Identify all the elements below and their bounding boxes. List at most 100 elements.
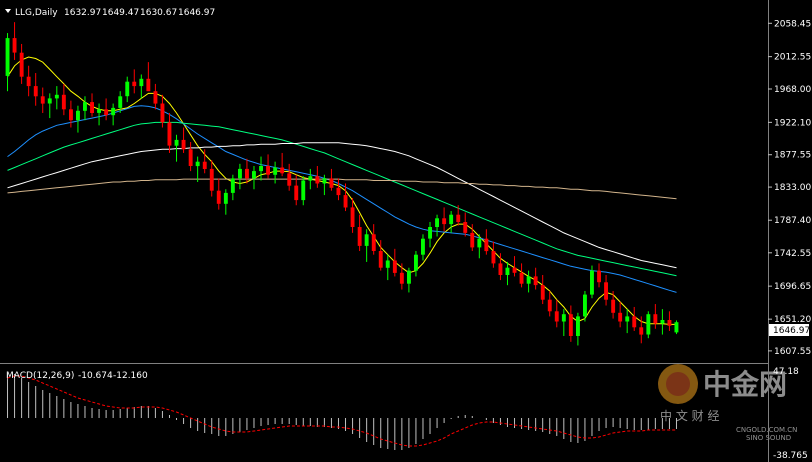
candle-body [69,109,73,121]
candle-body [421,238,425,255]
candle-body [674,322,679,333]
candle-body [308,176,313,181]
candle-body [19,52,24,77]
candle-body [12,38,17,53]
ohlc-high: 1649.47 [102,8,139,18]
macd-axis-bottom: -38.765 [773,451,808,461]
candle-body [477,238,482,248]
macd-axis-top: 47.18 [773,367,799,377]
candle-body [209,168,214,191]
candle-body [139,78,144,87]
candle-body [568,314,573,336]
candle-body [519,272,524,284]
candle-body [266,166,270,175]
candle-body [111,107,116,116]
macd-value: -10.674 [78,371,113,381]
candle-body [153,91,158,104]
candle-body [146,78,151,92]
macd-signal-value: -12.160 [113,371,148,381]
axis-tick-label: 1607.55 [774,347,811,357]
ohlc-close: 1646.97 [178,8,215,18]
candle-body [216,190,221,204]
candle-body [104,109,109,116]
candle-body [273,167,278,175]
candle-body [54,94,59,99]
axis-tick-label: 1787.40 [774,216,811,226]
axis-tick-label: 1696.65 [774,282,811,292]
candle-body [385,260,390,268]
axis-tick-label: 2058.45 [774,19,811,29]
axis-tick-label: 1651.20 [774,315,811,325]
candle-body [329,178,334,188]
candle-body [280,167,285,174]
candle-body [245,168,249,179]
candle-body [160,103,165,123]
candle-body [202,161,207,169]
axis-tick-label: 1922.10 [774,118,811,128]
candle-body [618,312,623,322]
candle-body [90,102,94,113]
candle-body [47,98,52,104]
candle-body [252,171,256,179]
macd-label: MACD(12,26,9) [6,371,74,381]
candle-body [653,314,658,324]
candle-body [660,320,665,324]
watermark-site: CNGOLD.COM.CN [736,426,797,434]
coin-logo-inner-icon [666,372,690,396]
candle-body [632,316,637,328]
candle-body [33,86,38,97]
candle-body [667,320,672,326]
candle-body [83,102,87,111]
axis-tick-label: 1877.55 [774,151,811,161]
candle-body [646,314,651,335]
candle-body [407,270,411,284]
candle-body [188,149,193,166]
candle-body [428,227,432,239]
candle-body [435,218,439,227]
candle-body [294,185,299,201]
ohlc-low: 1630.67 [140,8,177,18]
candle-body [76,110,80,121]
candle-body [364,234,369,246]
candle-body [540,285,545,300]
candle-body [40,96,45,104]
candle-body [561,314,566,322]
candle-body [259,166,263,172]
candle [646,311,651,339]
candle-body [554,311,559,322]
candle-body [357,227,362,246]
candle-body [611,299,616,313]
candle-body [583,294,587,317]
candle-body [498,263,503,275]
candle-body [590,270,594,295]
candle-body [61,94,66,110]
candle-body [449,214,454,225]
candle-body [230,178,235,193]
candle-body [350,207,355,227]
axis-tick-label: 1833.00 [774,183,811,193]
candle-body [399,272,404,284]
candle-body [167,122,172,146]
axis-tick-label: 2012.55 [774,53,811,63]
candle-body [118,96,123,108]
candle-body [576,316,580,336]
candle-body [526,276,531,284]
candle-body [533,276,538,286]
candle-body [174,139,179,146]
candle-body [238,168,242,179]
candle-body [442,218,447,225]
axis-tick-label: 1968.00 [774,85,811,95]
candle-body [491,251,496,264]
trading-chart[interactable]: 中金网 中 文 财 经 CNGOLD.COM.CN SINO SOUND LLG… [0,0,812,462]
ohlc-open: 1632.97 [64,8,101,18]
candle-body [125,81,130,97]
candle-body [604,282,608,300]
candle-body [378,251,383,268]
symbol-label: LLG,Daily [15,8,58,18]
candle-body [287,173,292,186]
candle-body [26,76,31,87]
candle-body [639,327,644,335]
candle-body [322,178,327,184]
candle-body [512,267,517,273]
candle-body [505,267,510,275]
